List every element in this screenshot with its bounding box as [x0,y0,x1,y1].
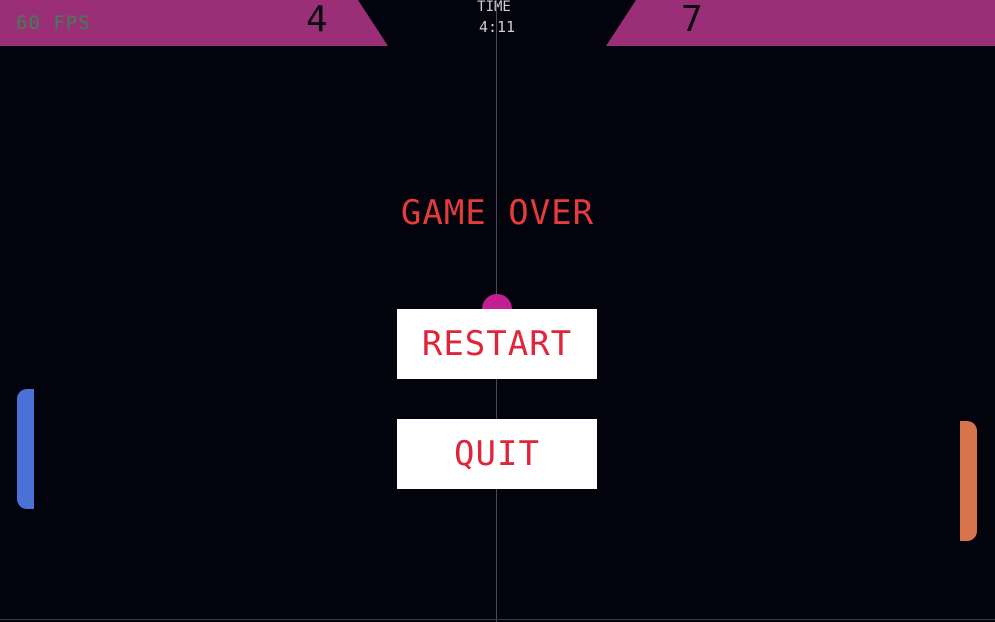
bottom-boundary-line [0,619,995,620]
game-canvas: 60 FPS 4 7 TIME 4:11 GAME OVER RESTART Q… [0,0,995,622]
right-player-score: 7 [681,0,703,40]
right-paddle [960,421,977,541]
right-score-banner [606,0,995,46]
restart-button[interactable]: RESTART [397,309,597,379]
left-player-score: 4 [306,0,328,40]
quit-button[interactable]: QUIT [397,419,597,489]
time-value: 4:11 [478,18,516,36]
game-over-title: GAME OVER [400,193,595,233]
time-label: TIME [477,0,511,15]
fps-counter: 60 FPS [16,12,91,34]
left-paddle [17,389,34,509]
